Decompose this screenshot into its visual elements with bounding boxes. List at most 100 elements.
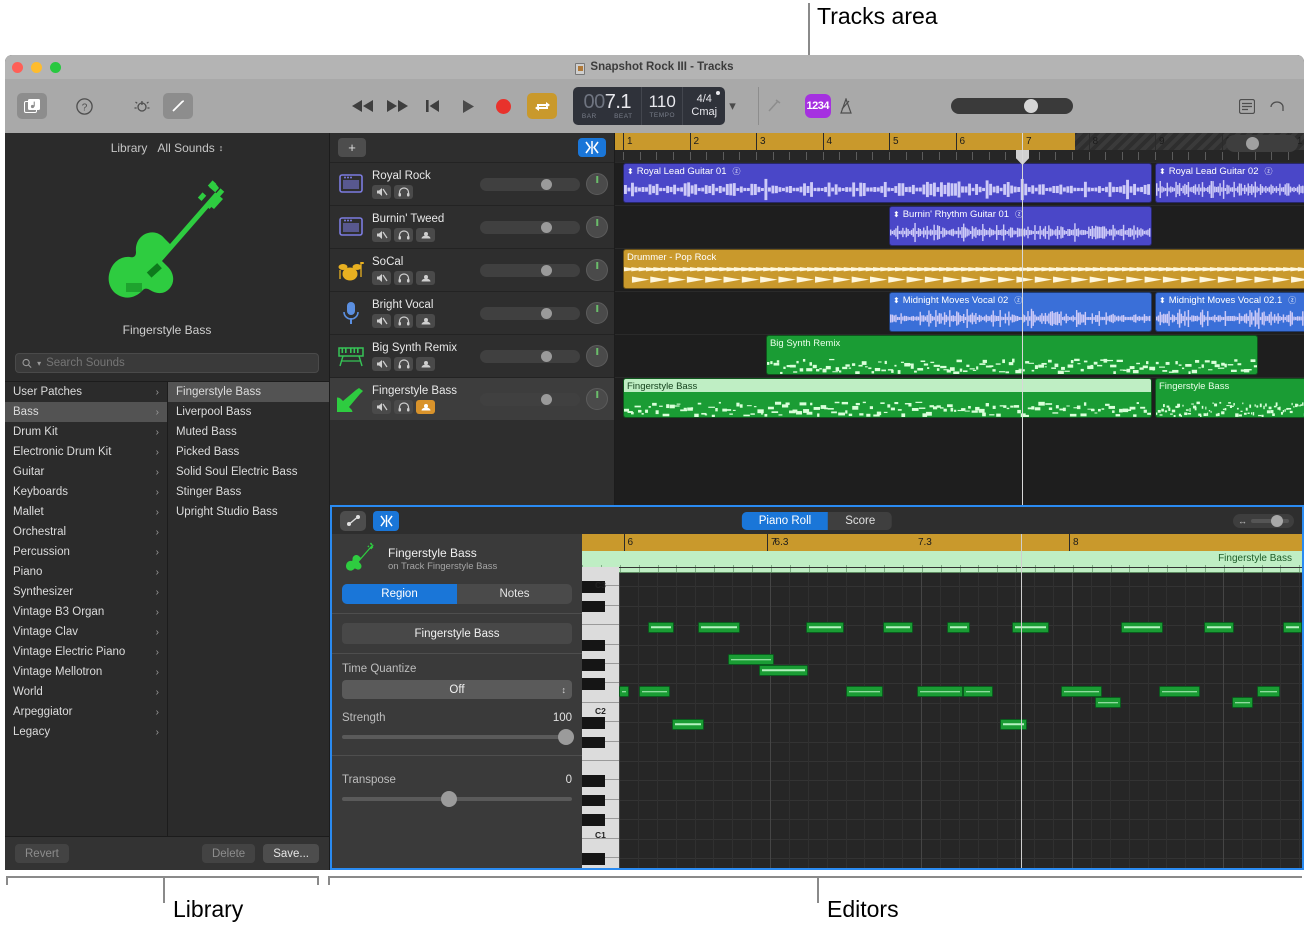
piano-roll-note[interactable] bbox=[639, 686, 671, 697]
help-icon[interactable]: ? bbox=[69, 93, 99, 119]
piano-roll-note[interactable] bbox=[1121, 622, 1163, 633]
lcd-display[interactable]: 007.1 BARBEAT 110 TEMPO 4/4 Cmaj bbox=[573, 87, 725, 125]
library-sounds-menu[interactable]: All Sounds ↕ bbox=[157, 141, 223, 155]
automation-tool-icon[interactable] bbox=[340, 511, 366, 531]
add-track-button[interactable]: + bbox=[338, 138, 366, 157]
track-header[interactable]: Bright Vocal bbox=[330, 291, 614, 334]
region-name-field[interactable]: Fingerstyle Bass bbox=[342, 623, 572, 644]
timeline-ruler[interactable]: 123456789101112 bbox=[615, 133, 1304, 150]
editor-smart-controls-icon[interactable] bbox=[373, 511, 399, 531]
library-category-item[interactable]: User Patches› bbox=[5, 382, 167, 402]
piano-roll[interactable]: 66.377.38 Fingerstyle Bass C3C2C1 bbox=[582, 534, 1302, 868]
piano-roll-ruler[interactable]: 66.377.38 bbox=[582, 534, 1302, 551]
piano-roll-note[interactable] bbox=[672, 719, 704, 730]
record-enable-icon[interactable] bbox=[416, 357, 435, 371]
library-category-item[interactable]: Guitar› bbox=[5, 462, 167, 482]
library-category-item[interactable]: Synthesizer› bbox=[5, 582, 167, 602]
tab-region[interactable]: Region bbox=[342, 584, 457, 604]
mute-icon[interactable] bbox=[372, 271, 391, 285]
track-volume-knob[interactable] bbox=[541, 308, 552, 319]
tab-piano-roll[interactable]: Piano Roll bbox=[742, 512, 828, 530]
track-pan-knob[interactable] bbox=[586, 216, 608, 238]
track-header[interactable]: SoCal bbox=[330, 248, 614, 291]
record-enable-icon[interactable] bbox=[416, 400, 435, 414]
solo-headphones-icon[interactable] bbox=[394, 400, 413, 414]
library-category-item[interactable]: Vintage B3 Organ› bbox=[5, 602, 167, 622]
piano-roll-note[interactable] bbox=[1061, 686, 1103, 697]
track-pan-knob[interactable] bbox=[586, 388, 608, 410]
master-volume-slider[interactable] bbox=[951, 98, 1073, 114]
region[interactable]: ⬍Royal Lead Guitar 02ⓩ bbox=[1155, 163, 1304, 203]
piano-roll-note[interactable] bbox=[698, 622, 740, 633]
piano-roll-note[interactable] bbox=[947, 622, 970, 633]
track-header[interactable]: Royal Rock bbox=[330, 162, 614, 205]
search-chevron-icon[interactable]: ▾ bbox=[37, 359, 41, 368]
piano-black-key[interactable] bbox=[582, 640, 605, 652]
tab-notes[interactable]: Notes bbox=[457, 584, 572, 604]
chevron-down-icon[interactable]: ▾ bbox=[729, 98, 736, 114]
track-volume-knob[interactable] bbox=[541, 222, 552, 233]
horizontal-zoom-slider[interactable] bbox=[1226, 135, 1298, 152]
smart-controls-icon[interactable] bbox=[578, 138, 606, 157]
piano-black-key[interactable] bbox=[582, 659, 605, 671]
record-enable-icon[interactable] bbox=[416, 228, 435, 242]
track-volume-knob[interactable] bbox=[541, 394, 552, 405]
quick-help-icon[interactable] bbox=[127, 93, 157, 119]
solo-headphones-icon[interactable] bbox=[394, 271, 413, 285]
minimize-button[interactable] bbox=[31, 62, 42, 73]
forward-icon[interactable] bbox=[387, 95, 409, 117]
transpose-slider-knob[interactable] bbox=[441, 791, 457, 807]
flex-tool-icon[interactable] bbox=[759, 93, 789, 119]
library-category-item[interactable]: Piano› bbox=[5, 562, 167, 582]
save-button[interactable]: Save... bbox=[263, 844, 319, 863]
library-category-item[interactable]: World› bbox=[5, 682, 167, 702]
piano-black-key[interactable] bbox=[582, 775, 605, 787]
piano-black-key[interactable] bbox=[582, 853, 605, 865]
zoom-slider-knob[interactable] bbox=[1246, 137, 1259, 150]
editor-zoom-knob[interactable] bbox=[1271, 515, 1283, 527]
piano-roll-note[interactable] bbox=[759, 665, 808, 676]
solo-headphones-icon[interactable] bbox=[394, 314, 413, 328]
region[interactable]: Fingerstyle Bass bbox=[1155, 378, 1304, 418]
cycle-icon[interactable] bbox=[527, 93, 557, 119]
delete-button[interactable]: Delete bbox=[202, 844, 255, 863]
timeline-subruler[interactable] bbox=[615, 150, 1304, 162]
master-volume-knob[interactable] bbox=[1024, 99, 1038, 113]
go-to-beginning-icon[interactable] bbox=[422, 95, 444, 117]
piano-black-key[interactable] bbox=[582, 795, 605, 807]
loops-browser-icon[interactable] bbox=[1262, 93, 1292, 119]
library-category-item[interactable]: Vintage Electric Piano› bbox=[5, 642, 167, 662]
track-volume-slider[interactable] bbox=[480, 350, 580, 363]
piano-keyboard[interactable]: C3C2C1 bbox=[582, 573, 619, 868]
track-volume-slider[interactable] bbox=[480, 393, 580, 406]
solo-headphones-icon[interactable] bbox=[394, 357, 413, 371]
piano-roll-note[interactable] bbox=[1257, 686, 1280, 697]
track-header[interactable]: Big Synth Remix bbox=[330, 334, 614, 377]
track-volume-slider[interactable] bbox=[480, 221, 580, 234]
piano-roll-note[interactable] bbox=[1000, 719, 1026, 730]
library-patch-item[interactable]: Stinger Bass bbox=[168, 482, 329, 502]
search-input[interactable] bbox=[46, 357, 312, 369]
edit-tool-icon[interactable] bbox=[163, 93, 193, 119]
piano-black-key[interactable] bbox=[582, 678, 605, 690]
track-header[interactable]: Burnin' Tweed bbox=[330, 205, 614, 248]
library-patch-item[interactable]: Solid Soul Electric Bass bbox=[168, 462, 329, 482]
library-category-item[interactable]: Legacy› bbox=[5, 722, 167, 742]
library-category-item[interactable]: Orchestral› bbox=[5, 522, 167, 542]
region[interactable]: ⬍Burnin' Rhythm Guitar 01ⓩ bbox=[889, 206, 1152, 246]
track-pan-knob[interactable] bbox=[586, 259, 608, 281]
piano-black-key[interactable] bbox=[582, 717, 605, 729]
region[interactable]: ⬍Royal Lead Guitar 01ⓩ bbox=[623, 163, 1152, 203]
track-pan-knob[interactable] bbox=[586, 302, 608, 324]
editor-tabs[interactable]: Piano Roll Score bbox=[742, 512, 892, 530]
library-category-item[interactable]: Bass› bbox=[5, 402, 167, 422]
piano-roll-note[interactable] bbox=[917, 686, 962, 697]
zoom-button[interactable] bbox=[50, 62, 61, 73]
library-patch-item[interactable]: Liverpool Bass bbox=[168, 402, 329, 422]
library-category-item[interactable]: Vintage Mellotron› bbox=[5, 662, 167, 682]
inspector-tabs[interactable]: Region Notes bbox=[342, 584, 572, 604]
region[interactable]: Fingerstyle Bass bbox=[623, 378, 1152, 418]
mute-icon[interactable] bbox=[372, 400, 391, 414]
piano-roll-note[interactable] bbox=[648, 622, 674, 633]
track-pan-knob[interactable] bbox=[586, 345, 608, 367]
